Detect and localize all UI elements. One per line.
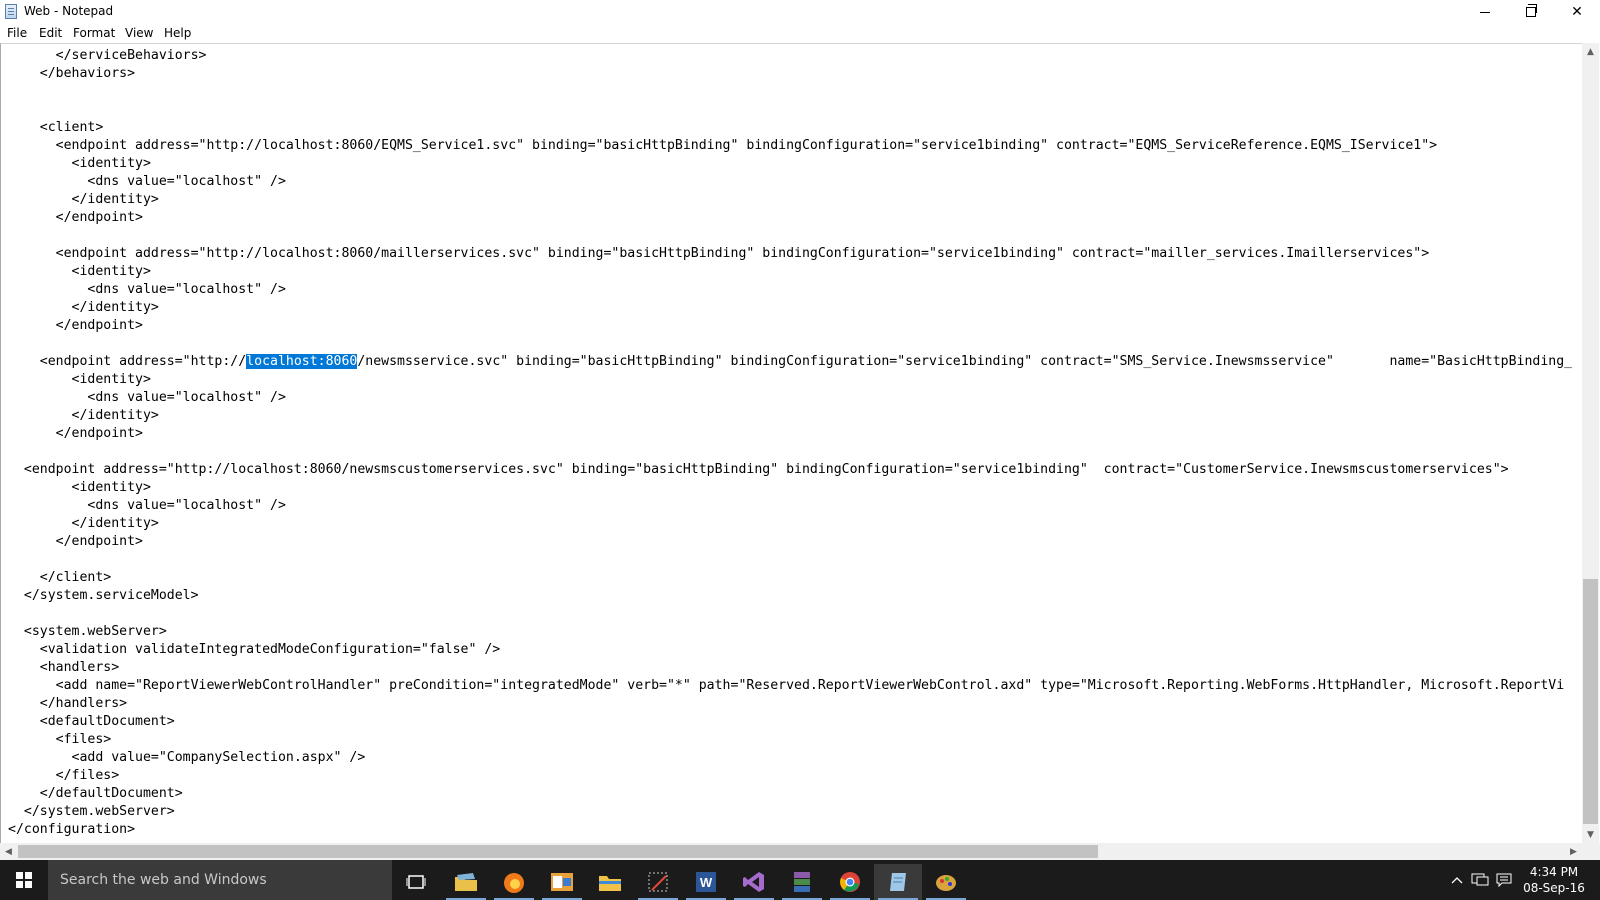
scroll-left-icon[interactable]: ◀	[0, 843, 17, 860]
firefox-icon	[504, 873, 524, 893]
snipping-tool-icon	[648, 872, 668, 892]
taskbar-visual-studio[interactable]	[730, 864, 778, 900]
outlook-icon	[551, 873, 573, 891]
close-icon: ✕	[1571, 4, 1583, 20]
word-icon: W	[696, 872, 716, 892]
files-icon	[455, 873, 477, 891]
restore-icon	[1526, 4, 1537, 17]
search-placeholder: Search the web and Windows	[60, 872, 267, 888]
horizontal-scrollbar[interactable]: ◀ ▶	[0, 843, 1582, 860]
paint-icon	[936, 875, 956, 891]
notepad-app-icon[interactable]	[5, 4, 17, 19]
text-after-selection: /newsmsservice.svc" binding="basicHttpBi…	[8, 354, 1573, 837]
taskbar-paint[interactable]	[922, 864, 970, 900]
taskbar-notepad[interactable]	[874, 864, 922, 900]
network-icon	[1471, 873, 1489, 886]
horizontal-scroll-thumb[interactable]	[18, 845, 1098, 858]
menu-edit[interactable]: Edit	[39, 25, 62, 41]
taskbar: Search the web and Windows W 4:34 PM 08-…	[0, 860, 1600, 900]
clock-date: 08-Sep-16	[1523, 881, 1585, 895]
action-center-icon	[1496, 873, 1512, 887]
document-text[interactable]: </serviceBehaviors> </behaviors> <client…	[8, 47, 1572, 839]
taskbar-clock[interactable]: 4:34 PM 08-Sep-16	[1518, 864, 1590, 896]
visual-studio-icon	[743, 872, 764, 892]
text-before-selection: </serviceBehaviors> </behaviors> <client…	[39, 48, 1438, 369]
task-view-button[interactable]	[392, 864, 440, 900]
taskbar-snipping-tool[interactable]	[634, 864, 682, 900]
restore-button[interactable]	[1508, 0, 1554, 24]
chevron-up-icon	[1451, 877, 1463, 884]
taskbar-files[interactable]	[442, 864, 490, 900]
windows-logo-icon	[16, 872, 32, 888]
menu-format[interactable]: Format	[73, 25, 115, 41]
show-hidden-icons-button[interactable]	[1446, 860, 1468, 900]
selected-text[interactable]: localhost:8060	[246, 354, 358, 369]
taskbar-outlook[interactable]	[538, 864, 586, 900]
menu-bar: File Edit Format View Help	[0, 24, 1600, 43]
svg-text:W: W	[700, 875, 713, 890]
taskbar-firefox[interactable]	[490, 864, 538, 900]
scroll-up-icon[interactable]: ▲	[1582, 43, 1599, 60]
notepad-icon	[890, 873, 906, 891]
clock-time: 4:34 PM	[1529, 865, 1579, 879]
winrar-icon	[794, 872, 810, 892]
scroll-right-icon[interactable]: ▶	[1565, 843, 1582, 860]
scroll-down-icon[interactable]: ▼	[1582, 826, 1599, 843]
file-explorer-icon	[599, 876, 621, 891]
title-bar: Web - Notepad ✕	[0, 0, 1600, 24]
vertical-scroll-thumb[interactable]	[1583, 579, 1598, 824]
size-grip	[1582, 843, 1600, 860]
menu-help[interactable]: Help	[164, 25, 191, 41]
start-button[interactable]	[0, 860, 48, 900]
task-view-icon	[406, 875, 426, 889]
minimize-button[interactable]	[1462, 0, 1508, 24]
close-button[interactable]: ✕	[1554, 0, 1600, 24]
chrome-icon	[840, 872, 860, 892]
taskbar-word[interactable]: W	[682, 864, 730, 900]
taskbar-winrar[interactable]	[778, 864, 826, 900]
menu-view[interactable]: View	[125, 25, 153, 41]
text-editor[interactable]: </serviceBehaviors> </behaviors> <client…	[0, 43, 1582, 843]
menu-file[interactable]: File	[7, 25, 27, 41]
network-button[interactable]	[1468, 860, 1492, 900]
window-title: Web - Notepad	[24, 4, 114, 18]
vertical-scrollbar[interactable]: ▲ ▼	[1582, 43, 1599, 843]
taskbar-file-explorer[interactable]	[586, 864, 634, 900]
taskbar-chrome[interactable]	[826, 864, 874, 900]
search-box[interactable]: Search the web and Windows	[48, 860, 392, 900]
action-center-button[interactable]	[1492, 860, 1516, 900]
minimize-icon	[1480, 11, 1490, 13]
